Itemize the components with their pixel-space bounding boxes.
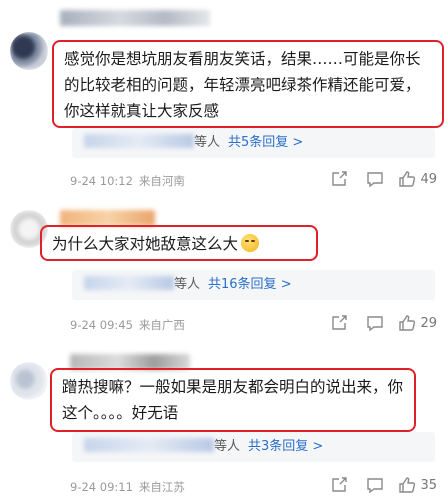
thumbs-up-icon[interactable] [398, 476, 416, 494]
avatar[interactable] [10, 362, 48, 400]
comment-location: 来自江苏 [138, 480, 185, 494]
share-icon[interactable] [330, 314, 348, 332]
like-count: 29 [420, 315, 437, 331]
comment-icon[interactable] [366, 476, 384, 494]
comment-text: 蹭热搜嘛？一般如果是朋友都会明白的说出来，你这个。。。。好无语 [62, 378, 404, 422]
thumbs-up-icon[interactable] [398, 170, 416, 188]
comment-actions: 35 [330, 476, 437, 494]
username-blurred[interactable] [60, 10, 210, 26]
comment-item: 为什么大家对她敌意这么大 等人 共16条回复 > 9-24 09:45 来自广西 2… [0, 200, 447, 348]
comment-text: 为什么大家对她敌意这么大 [52, 235, 239, 253]
like-count: 49 [420, 171, 437, 187]
reply-users-blurred [84, 276, 174, 290]
comment-meta: 9-24 10:12 来自河南 [70, 173, 185, 189]
reply-users-blurred [84, 134, 194, 148]
comment-icon[interactable] [366, 314, 384, 332]
comment-date: 9-24 09:45 [70, 318, 133, 332]
reply-count-link[interactable]: 共16条回复 > [208, 277, 292, 292]
comment-item: 感觉你是想坑朋友看朋友笑话，结果……可能是你长的比较老相的问题，年轻漂亮吧绿茶作… [0, 6, 447, 194]
smirk-emoji-icon [241, 234, 260, 252]
reply-summary[interactable]: 等人 共16条回复 > [72, 270, 435, 300]
reply-suffix: 等人 [214, 439, 241, 454]
comment-location: 来自河南 [138, 174, 185, 188]
reply-suffix: 等人 [194, 135, 221, 150]
comment-meta: 9-24 09:45 来自广西 [70, 317, 185, 333]
comment-date: 9-24 09:11 [70, 480, 133, 494]
comment-icon[interactable] [366, 170, 384, 188]
comment-date: 9-24 10:12 [70, 174, 133, 188]
reply-summary[interactable]: 等人 共3条回复 > [72, 432, 435, 462]
comment-actions: 29 [330, 314, 437, 332]
reply-users-blurred [84, 438, 214, 452]
comment-text-box: 感觉你是想坑朋友看朋友笑话，结果……可能是你长的比较老相的问题，年轻漂亮吧绿茶作… [52, 40, 444, 128]
username-blurred[interactable] [60, 210, 155, 226]
share-icon[interactable] [330, 476, 348, 494]
avatar[interactable] [10, 32, 48, 70]
comment-meta: 9-24 09:11 来自江苏 [70, 479, 185, 495]
share-icon[interactable] [330, 170, 348, 188]
comment-actions: 49 [330, 170, 437, 188]
reply-count-link[interactable]: 共5条回复 > [228, 135, 303, 150]
reply-count-link[interactable]: 共3条回复 > [248, 439, 323, 454]
comment-text: 感觉你是想坑朋友看朋友笑话，结果……可能是你长的比较老相的问题，年轻漂亮吧绿茶作… [64, 50, 421, 120]
comment-text-box: 蹭热搜嘛？一般如果是朋友都会明白的说出来，你这个。。。。好无语 [50, 368, 416, 432]
like-count: 35 [420, 477, 437, 493]
reply-suffix: 等人 [174, 277, 201, 292]
comment-location: 来自广西 [138, 318, 185, 332]
comment-item: 蹭热搜嘛？一般如果是朋友都会明白的说出来，你这个。。。。好无语 等人 共3条回复 … [0, 350, 447, 500]
reply-summary[interactable]: 等人 共5条回复 > [72, 128, 435, 158]
thumbs-up-icon[interactable] [398, 314, 416, 332]
comment-text-box: 为什么大家对她敌意这么大 [40, 225, 318, 261]
